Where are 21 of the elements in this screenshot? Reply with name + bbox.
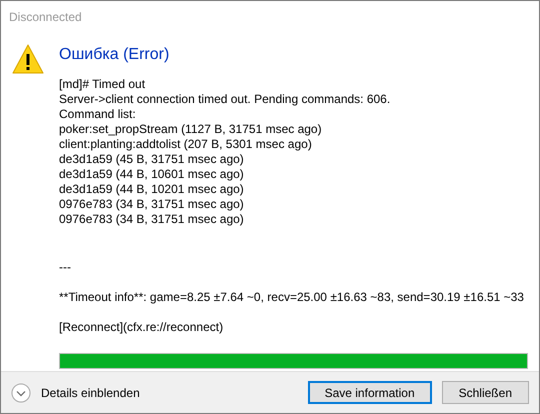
message-line: Command list: [59,107,137,122]
message-line: 0976e783 (34 B, 31751 msec ago) [59,197,245,212]
message-line: 0976e783 (34 B, 31751 msec ago) [59,212,245,227]
message-line: de3d1a59 (44 B, 10601 msec ago) [59,167,245,182]
message-line: de3d1a59 (44 B, 10201 msec ago) [59,182,245,197]
details-toggle[interactable]: Details einblenden [11,382,140,402]
window-title: Disconnected [8,9,83,26]
warning-icon [11,43,45,75]
message-line: de3d1a59 (45 B, 31751 msec ago) [59,152,245,167]
message-line: --- [59,260,72,275]
message-line: **Timeout info**: game=8.25 ±7.64 ~0, recv=25.00 ±16.63 ~83, send=30.19 ±16.51 ~33 [59,290,525,305]
chevron-circle-icon [11,382,31,402]
dialog-button[interactable]: Save information [308,381,432,404]
message-line: [Reconnect](cfx.re://reconnect) [59,320,224,335]
error-heading: Ошибка (Error) [59,46,170,64]
dialog-button[interactable]: Schließen [442,381,529,404]
message-line: poker:set_propStream (1127 B, 31751 msec ago) [59,122,323,137]
message-line: [md]# Timed out [59,77,146,92]
message-line: Server->client connection timed out. Pending commands: 606. [59,92,392,107]
message-line: client:planting:addtolist (207 B, 5301 msec ago) [59,137,313,152]
details-label: Details einblenden [41,386,140,400]
